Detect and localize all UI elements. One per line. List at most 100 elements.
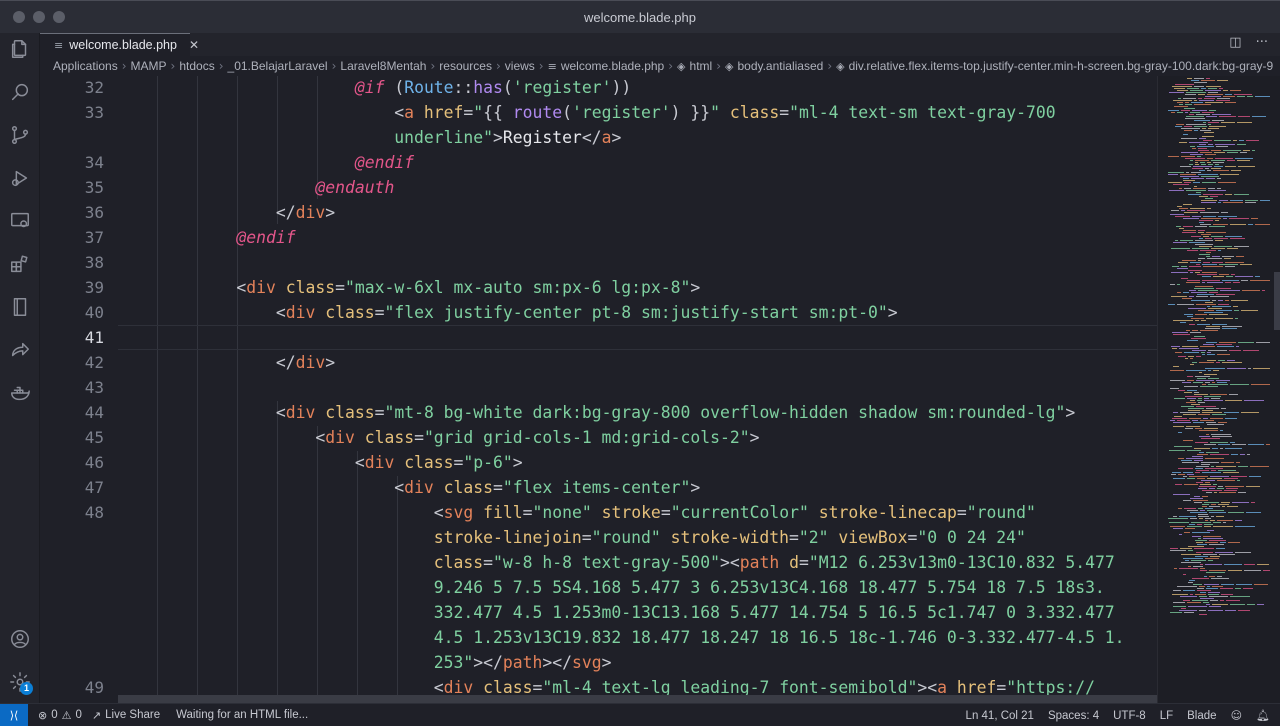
- minimap-token: [1198, 508, 1203, 509]
- minimap-token: [1209, 570, 1226, 571]
- minimap-token: [1168, 156, 1179, 157]
- minimap-token: [1192, 532, 1210, 533]
- source-control-icon[interactable]: [8, 123, 32, 147]
- minimap-token: [1204, 398, 1209, 399]
- minimap-token: [1204, 400, 1223, 401]
- close-icon[interactable]: ✕: [189, 38, 199, 52]
- feedback-icon[interactable]: ☺: [1231, 709, 1242, 722]
- minimap-token: [1185, 104, 1192, 105]
- minimap-token: [1197, 478, 1205, 479]
- minimap-token: [1172, 86, 1192, 87]
- minimap-token: [1217, 480, 1235, 481]
- breadcrumb-item[interactable]: views: [505, 59, 535, 73]
- minimap-token: [1215, 552, 1233, 553]
- minimap-token: [1202, 136, 1214, 137]
- tab-welcome-blade[interactable]: ≡ welcome.blade.php ✕: [40, 33, 199, 56]
- encoding[interactable]: UTF-8: [1113, 710, 1146, 722]
- breadcrumb-item[interactable]: Laravel8Mentah: [340, 59, 426, 73]
- code-editor[interactable]: 32 33 34 35 36 37 38 39 40 41 42 43 44 45 46 47 48 49 @if…: [40, 76, 1157, 703]
- remote-indicator-icon[interactable]: ⟩⟨: [0, 703, 28, 726]
- minimap-token: [1203, 266, 1223, 267]
- minimap-token: [1190, 332, 1201, 333]
- problems-indicator[interactable]: ⊗ 0 ⚠ 0: [38, 709, 82, 722]
- breadcrumb-item[interactable]: div.relative.flex.items-top.justify-cent…: [849, 59, 1274, 73]
- docker-icon[interactable]: [8, 381, 32, 405]
- breadcrumb-item[interactable]: MAMP: [131, 59, 167, 73]
- search-icon[interactable]: [8, 80, 32, 104]
- indentation[interactable]: Spaces: 4: [1048, 710, 1099, 722]
- minimap-token: [1173, 242, 1187, 243]
- minimap-token: [1266, 444, 1270, 445]
- minimap-token: [1206, 604, 1210, 605]
- editor-actions: ◫ ···: [1229, 35, 1268, 50]
- breadcrumb-item[interactable]: Applications: [53, 59, 118, 73]
- minimap-token: [1216, 380, 1230, 381]
- minimap-token: [1184, 188, 1191, 189]
- notifications-bell-icon[interactable]: 🔔︎: [1256, 709, 1270, 722]
- minimap-token: [1178, 356, 1186, 357]
- minimap-token: [1207, 306, 1210, 307]
- horizontal-scrollbar[interactable]: [118, 695, 1157, 703]
- live-share-button[interactable]: ↗ Live Share: [92, 709, 160, 722]
- minimap-token: [1212, 382, 1215, 383]
- minimap-token: [1178, 262, 1188, 263]
- split-editor-icon[interactable]: ◫: [1229, 35, 1241, 50]
- accounts-icon[interactable]: [8, 627, 32, 651]
- run-debug-icon[interactable]: [8, 166, 32, 190]
- code-line: </div>: [118, 353, 336, 372]
- minimap-token: [1187, 510, 1198, 511]
- minimap-token: [1238, 492, 1246, 493]
- cursor-position[interactable]: Ln 41, Col 21: [966, 710, 1034, 722]
- minimap-token: [1196, 552, 1213, 553]
- minimap-token: [1244, 400, 1264, 401]
- minimap-token: [1193, 422, 1204, 423]
- breadcrumb-item[interactable]: html: [690, 59, 713, 73]
- minimap-token: [1196, 470, 1209, 471]
- minimap-token: [1177, 206, 1182, 207]
- minimap-token: [1174, 88, 1185, 89]
- live-share-icon[interactable]: [8, 338, 32, 362]
- minimap-token: [1202, 112, 1214, 113]
- minimap-token: [1168, 110, 1179, 111]
- minimap-token: [1241, 412, 1259, 413]
- minimap-token: [1225, 266, 1235, 267]
- breadcrumb-item[interactable]: body.antialiased: [737, 59, 823, 73]
- minimap-token: [1212, 436, 1232, 437]
- extensions-icon[interactable]: [8, 252, 32, 276]
- minimap-token: [1193, 500, 1208, 501]
- minimap-token: [1192, 248, 1209, 249]
- breadcrumb-item[interactable]: _01.BelajarLaravel: [228, 59, 328, 73]
- breadcrumb-item[interactable]: resources: [439, 59, 492, 73]
- file-lines-icon: ≡: [54, 38, 64, 52]
- minimap-token: [1236, 346, 1239, 347]
- vertical-scrollbar-thumb[interactable]: [1274, 272, 1280, 330]
- minimap-token: [1221, 584, 1234, 585]
- minimap-token: [1205, 468, 1223, 469]
- minimap-token: [1185, 118, 1205, 119]
- minimap-token: [1204, 428, 1218, 429]
- language-mode[interactable]: Blade: [1187, 710, 1216, 722]
- line-number: 47: [84, 478, 104, 497]
- remote-explorer-icon[interactable]: [8, 209, 32, 233]
- minimap-token: [1191, 292, 1207, 293]
- minimap-token: [1201, 480, 1215, 481]
- activity-bar: 1: [0, 33, 40, 703]
- book-icon[interactable]: [8, 295, 32, 319]
- line-number: 32: [84, 78, 104, 97]
- breadcrumb-item[interactable]: htdocs: [179, 59, 214, 73]
- minimap-token: [1181, 608, 1186, 609]
- more-actions-icon[interactable]: ···: [1256, 35, 1268, 50]
- minimap[interactable]: [1157, 76, 1280, 703]
- minimap-token: [1172, 418, 1187, 419]
- minimap-token: [1234, 94, 1252, 95]
- minimap-token: [1180, 166, 1191, 167]
- minimap-token: [1188, 550, 1193, 551]
- minimap-token: [1175, 352, 1182, 353]
- explorer-icon[interactable]: [8, 37, 32, 61]
- minimap-token: [1251, 218, 1258, 219]
- breadcrumb-item[interactable]: welcome.blade.php: [561, 59, 664, 73]
- end-of-line[interactable]: LF: [1160, 710, 1173, 722]
- line-number: 45: [84, 428, 104, 447]
- chevron-right-icon: ›: [827, 59, 833, 73]
- minimap-token: [1209, 314, 1228, 315]
